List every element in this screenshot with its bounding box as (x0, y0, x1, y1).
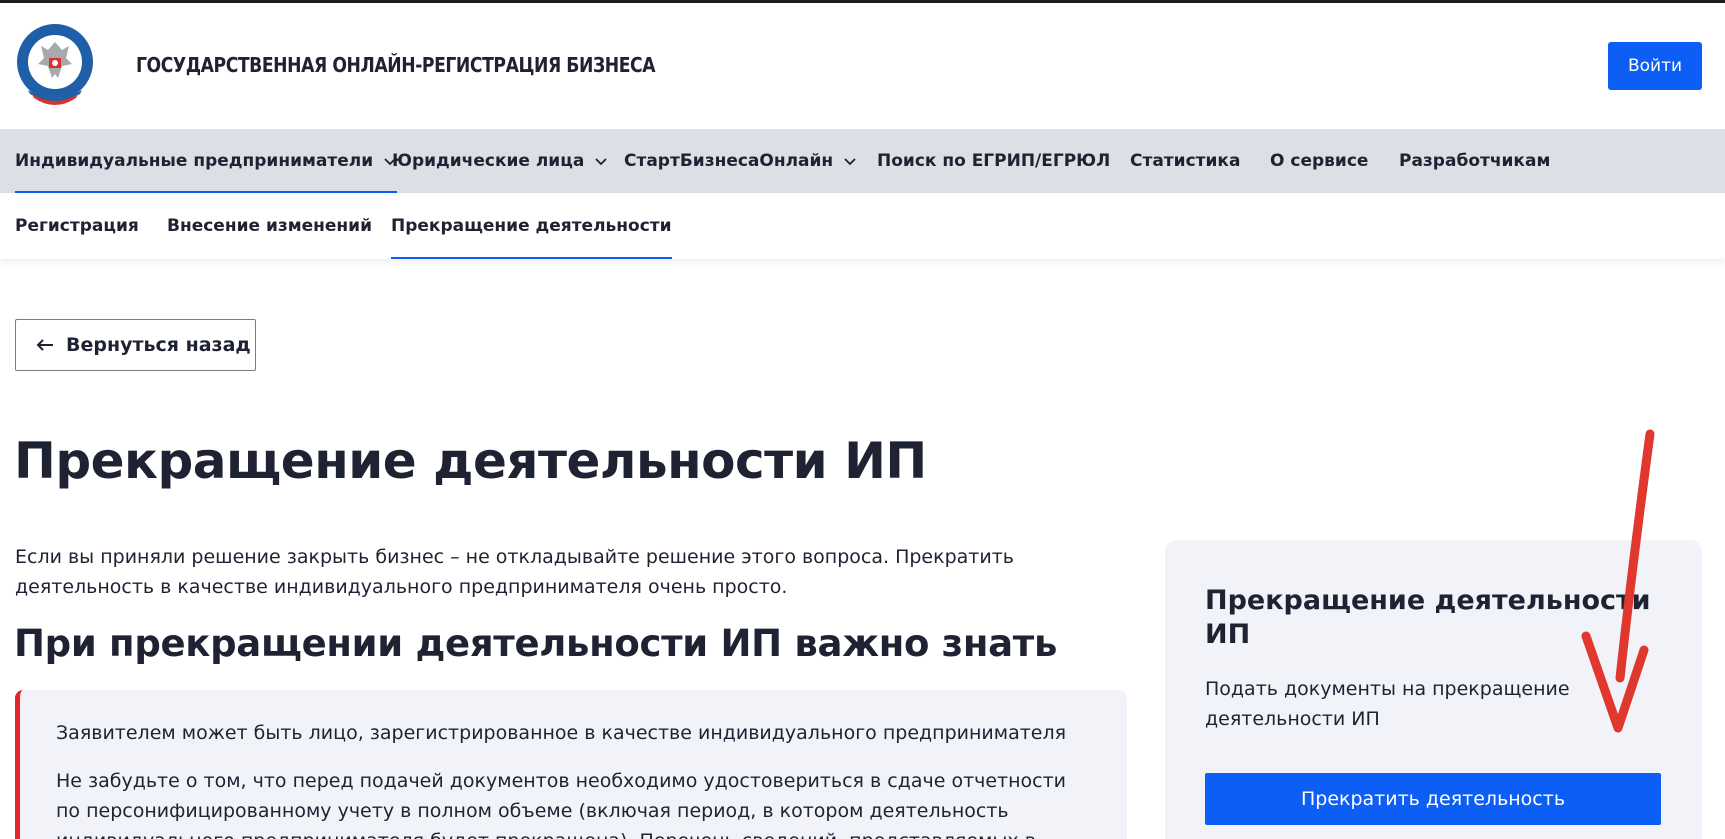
arrow-left-icon (36, 339, 53, 351)
page-title: Прекращение деятельности ИП (14, 432, 927, 490)
nav-item-label: Поиск по ЕГРИП/ЕГРЮЛ (877, 151, 1111, 171)
important-notice: Заявителем может быть лицо, зарегистриро… (15, 690, 1127, 839)
terminate-activity-button[interactable]: Прекратить деятельность (1205, 773, 1661, 825)
nav-item-egrip-search[interactable]: Поиск по ЕГРИП/ЕГРЮЛ (877, 129, 1110, 193)
back-button-label: Вернуться назад (66, 334, 251, 356)
nav-item-legal-entities[interactable]: Юридические лица (392, 129, 608, 193)
nav-item-label: Индивидуальные предприниматели (15, 151, 374, 171)
chevron-down-icon (844, 158, 856, 166)
site-header: ГОСУДАРСТВЕННАЯ ОНЛАЙН-РЕГИСТРАЦИЯ БИЗНЕ… (0, 3, 1725, 129)
intro-text: Если вы приняли решение закрыть бизнес –… (15, 546, 1014, 598)
card-title: Прекращение деятельности ИП (1205, 585, 1651, 650)
termination-card: Прекращение деятельности ИП Подать докум… (1165, 540, 1702, 839)
nav-item-developers[interactable]: Разработчикам (1399, 129, 1550, 193)
nav-item-about[interactable]: О сервисе (1270, 129, 1368, 193)
nav-item-statistics[interactable]: Статистика (1130, 129, 1240, 193)
main-nav: Индивидуальные предприниматели Юридическ… (0, 129, 1725, 193)
nav-item-label: СтартБизнесаОнлайн (624, 151, 834, 171)
notice-paragraph: Не забудьте о том, что перед подачей док… (56, 770, 1067, 839)
subnav-item-registration[interactable]: Регистрация (15, 193, 139, 259)
nav-item-label: Статистика (1130, 151, 1241, 171)
nav-item-label: Юридические лица (392, 151, 585, 171)
notice-paragraph: Заявителем может быть лицо, зарегистриро… (56, 722, 1067, 744)
login-button[interactable]: Войти (1608, 42, 1702, 90)
subnav-item-termination[interactable]: Прекращение деятельности (391, 193, 672, 259)
sub-nav: Регистрация Внесение изменений Прекращен… (0, 193, 1725, 259)
back-button[interactable]: Вернуться назад (15, 319, 256, 371)
card-text: Подать документы на прекращение деятельн… (1205, 678, 1570, 730)
nav-item-label: О сервисе (1270, 151, 1369, 171)
nav-item-individual-entrepreneurs[interactable]: Индивидуальные предприниматели (15, 129, 398, 193)
site-title: ГОСУДАРСТВЕННАЯ ОНЛАЙН-РЕГИСТРАЦИЯ БИЗНЕ… (136, 53, 656, 77)
nav-item-start-business-online[interactable]: СтартБизнесаОнлайн (624, 129, 857, 193)
fns-logo[interactable] (14, 22, 96, 106)
chevron-down-icon (595, 158, 607, 166)
nav-item-label: Разработчикам (1399, 151, 1551, 171)
subnav-item-changes[interactable]: Внесение изменений (167, 193, 372, 259)
section-subtitle: При прекращении деятельности ИП важно зн… (14, 622, 1058, 665)
